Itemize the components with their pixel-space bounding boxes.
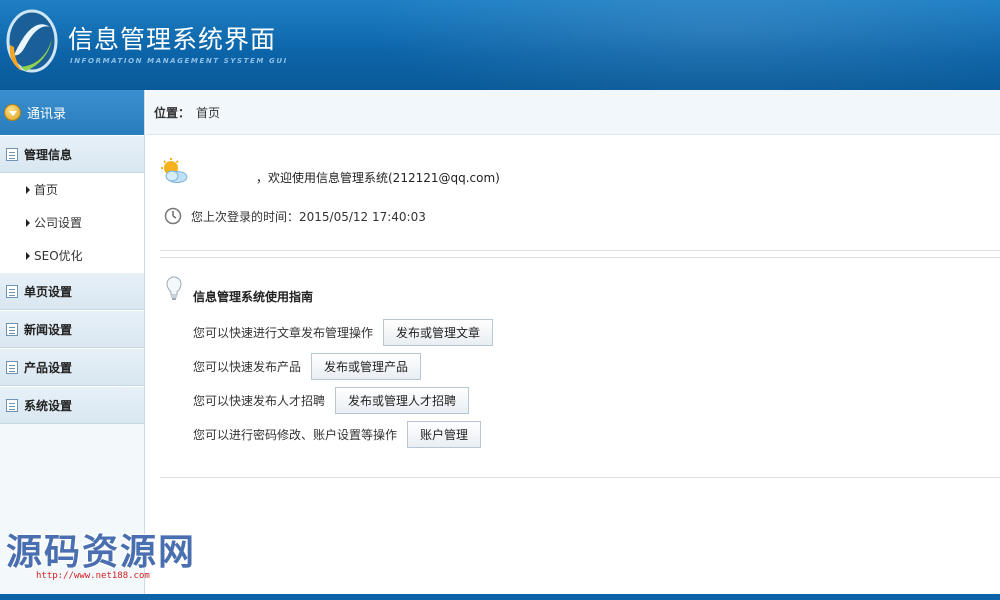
sidebar-group-label: 新闻设置	[24, 322, 73, 337]
sidebar-group-label: 管理信息	[24, 147, 73, 162]
breadcrumb-label: 位置：	[154, 105, 191, 120]
watermark: 源码资源网 http://www.net188.com	[6, 532, 197, 582]
footer-bar	[0, 594, 1000, 600]
sidebar-submenu: 首页 公司设置 SEO优化	[0, 173, 144, 272]
sidebar-group-system[interactable]: 系统设置	[0, 386, 144, 424]
sidebar-group-products[interactable]: 产品设置	[0, 348, 144, 386]
app-title: 信息管理系统界面	[68, 25, 277, 54]
sidebar-group-news[interactable]: 新闻设置	[0, 310, 144, 348]
sidebar-group-single-page[interactable]: 单页设置	[0, 272, 144, 310]
sidebar-group-manage-info[interactable]: 管理信息	[0, 135, 144, 173]
main-content: 位置： 首页 ，欢迎使用信息管理系统(212121@qq.com) 您上次登录的…	[146, 90, 1000, 594]
sidebar-item-seo[interactable]: SEO优化	[0, 239, 144, 272]
clock-icon	[164, 207, 182, 225]
guide-row-text: 您可以快速发布产品	[193, 360, 302, 374]
lightbulb-icon	[166, 276, 182, 300]
guide-row: 您可以快速进行文章发布管理操作 发布或管理文章	[193, 319, 494, 346]
sidebar-group-label: 系统设置	[24, 398, 73, 413]
weather-icon	[161, 158, 188, 183]
sidebar-item-label: 公司设置	[34, 216, 83, 230]
guide-row: 您可以快速发布人才招聘 发布或管理人才招聘	[193, 387, 470, 414]
divider	[160, 257, 1000, 258]
guide-row: 您可以进行密码修改、账户设置等操作 账户管理	[193, 421, 482, 448]
sidebar-group-label: 单页设置	[24, 284, 73, 299]
guide-row-text: 您可以快速发布人才招聘	[193, 394, 326, 408]
sidebar-group-label: 产品设置	[24, 360, 73, 375]
welcome-message: ，欢迎使用信息管理系统(212121@qq.com)	[256, 171, 500, 185]
sidebar-top-label: 通讯录	[27, 107, 67, 122]
caret-right-icon	[26, 218, 30, 227]
sidebar-item-label: 首页	[34, 183, 59, 197]
sidebar: 通讯录 管理信息 首页 公司设置 SEO优化 单页设置 新闻设置 产品设置 系统…	[0, 90, 145, 594]
sidebar-item-company-settings[interactable]: 公司设置	[0, 206, 144, 239]
guide-row-text: 您可以进行密码修改、账户设置等操作	[193, 428, 398, 442]
guide-title: 信息管理系统使用指南	[193, 290, 314, 304]
breadcrumb: 位置： 首页	[146, 90, 1000, 135]
manage-recruitment-button[interactable]: 发布或管理人才招聘	[335, 387, 470, 414]
caret-right-icon	[26, 251, 30, 260]
caret-right-icon	[26, 185, 30, 194]
last-login-text: 您上次登录的时间：2015/05/12 17:40:03	[191, 209, 426, 224]
account-management-button[interactable]: 账户管理	[407, 421, 482, 448]
manage-products-button[interactable]: 发布或管理产品	[311, 353, 422, 380]
logo-icon	[6, 9, 58, 73]
sidebar-top-contacts[interactable]: 通讯录	[0, 90, 144, 135]
list-icon	[6, 360, 18, 374]
watermark-text: 源码资源网	[6, 532, 197, 573]
divider	[160, 250, 1000, 251]
list-icon	[6, 284, 18, 298]
last-login-row: 您上次登录的时间：2015/05/12 17:40:03	[164, 207, 426, 225]
header-decoration	[300, 0, 1000, 90]
sidebar-item-label: SEO优化	[34, 249, 83, 263]
app-header: 信息管理系统界面 INFORMATION MANAGEMENT SYSTEM G…	[0, 0, 1000, 90]
guide-row-text: 您可以快速进行文章发布管理操作	[193, 326, 374, 340]
app-subtitle: INFORMATION MANAGEMENT SYSTEM GUI	[70, 57, 288, 65]
chevron-down-icon	[4, 104, 21, 121]
list-icon	[6, 147, 18, 161]
list-icon	[6, 322, 18, 336]
divider	[160, 477, 1000, 478]
guide-row: 您可以快速发布产品 发布或管理产品	[193, 353, 422, 380]
sidebar-item-home[interactable]: 首页	[0, 173, 144, 206]
manage-articles-button[interactable]: 发布或管理文章	[383, 319, 494, 346]
breadcrumb-current[interactable]: 首页	[196, 104, 220, 121]
list-icon	[6, 398, 18, 412]
